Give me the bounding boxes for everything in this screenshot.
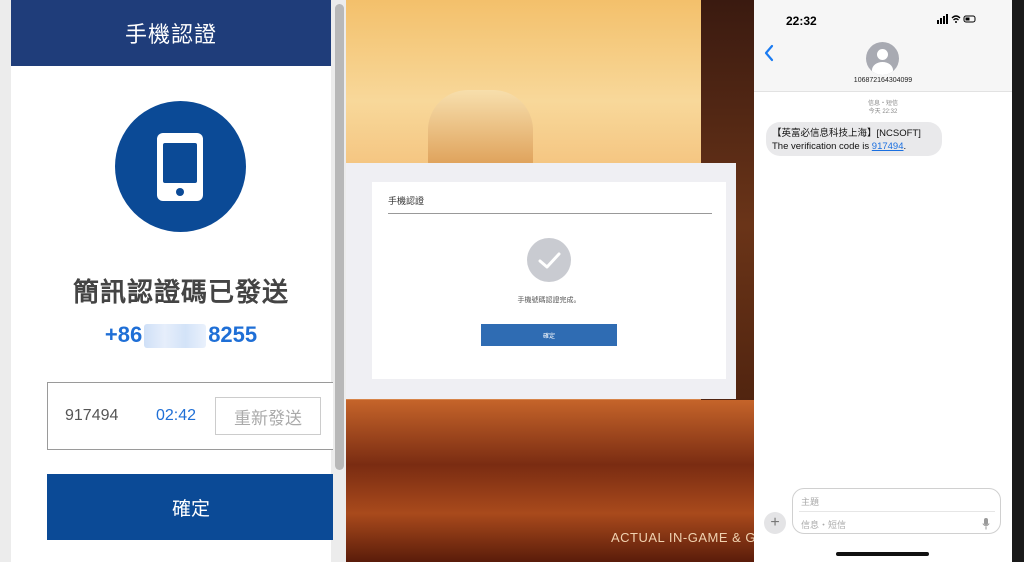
subject-input[interactable]: 主題 <box>801 495 819 508</box>
message-end: . <box>903 141 907 152</box>
verification-code-link[interactable]: 917494 <box>872 141 904 152</box>
verification-code-value[interactable]: 917494 <box>65 407 118 425</box>
device-edge <box>1012 0 1024 562</box>
dialog-message: 手機號碼認證完成。 <box>517 297 581 304</box>
message-time: 今天 22:32 <box>868 109 898 115</box>
header-title: 手機認證 <box>124 22 217 47</box>
scrollbar-thumb[interactable] <box>335 4 344 470</box>
dialog-confirm-button[interactable]: 確定 <box>481 324 617 346</box>
smartphone-icon <box>115 101 246 232</box>
rock-formation <box>428 90 533 170</box>
dialog-body: 手機認證 手機號碼認證完成。 確定 <box>372 182 726 379</box>
verification-complete-dialog: 手機認證 手機號碼認證完成。 確定 <box>346 163 736 399</box>
masked-phone-number: +86 8255 <box>11 322 351 349</box>
message-service: 信息・短信 <box>867 101 898 107</box>
verification-panel: 手機認證 簡訊認證碼已發送 +86 8255 917494 02:42 重新發送 … <box>0 0 346 562</box>
resend-button[interactable]: 重新發送 <box>215 397 321 435</box>
phone-suffix: 8255 <box>208 322 258 347</box>
message-bubble: 【英富必信息科技上海】[NCSOFT] The verification cod… <box>766 122 942 156</box>
dialog-divider <box>388 213 712 214</box>
verification-card: 手機認證 簡訊認證碼已發送 +86 8255 917494 02:42 重新發送 … <box>11 0 335 562</box>
dialog-title: 手機認證 <box>388 196 425 206</box>
game-background: ACTUAL IN-GAME & GAM 手機認證 手機號碼認證完成。 確定 <box>346 0 754 562</box>
phone-number-redaction <box>144 324 207 349</box>
home-indicator[interactable] <box>836 552 929 556</box>
plus-button[interactable]: + <box>764 512 786 534</box>
conversation-header: 22:32 106872164304099 <box>754 0 1012 92</box>
contact-avatar-icon[interactable] <box>866 42 899 75</box>
contact-number[interactable]: 106872164304099 <box>754 77 1012 84</box>
phone-prefix: +86 <box>104 322 143 347</box>
status-icons <box>937 14 977 27</box>
verification-code-field[interactable]: 917494 02:42 重新發送 <box>47 382 335 450</box>
messages-app: 22:32 106872164304099 信息・短信 今天 22:32 【英富… <box>754 0 1024 562</box>
confirm-button[interactable]: 確定 <box>47 474 335 540</box>
countdown-timer: 02:42 <box>156 407 197 424</box>
message-timestamp: 信息・短信 今天 22:32 <box>754 100 1012 116</box>
sms-sent-title: 簡訊認證碼已發送 <box>72 277 289 307</box>
compose-divider <box>799 511 995 512</box>
microphone-icon[interactable] <box>982 517 990 530</box>
message-input[interactable]: 信息・短信 <box>801 518 846 531</box>
chevron-left-icon[interactable] <box>763 44 775 66</box>
check-circle-icon <box>527 238 571 282</box>
compose-box[interactable]: 主題 信息・短信 <box>792 488 1001 534</box>
background-caption: ACTUAL IN-GAME & GAM <box>611 530 754 545</box>
verification-header: 手機認證 <box>11 0 331 66</box>
status-time: 22:32 <box>786 14 817 28</box>
